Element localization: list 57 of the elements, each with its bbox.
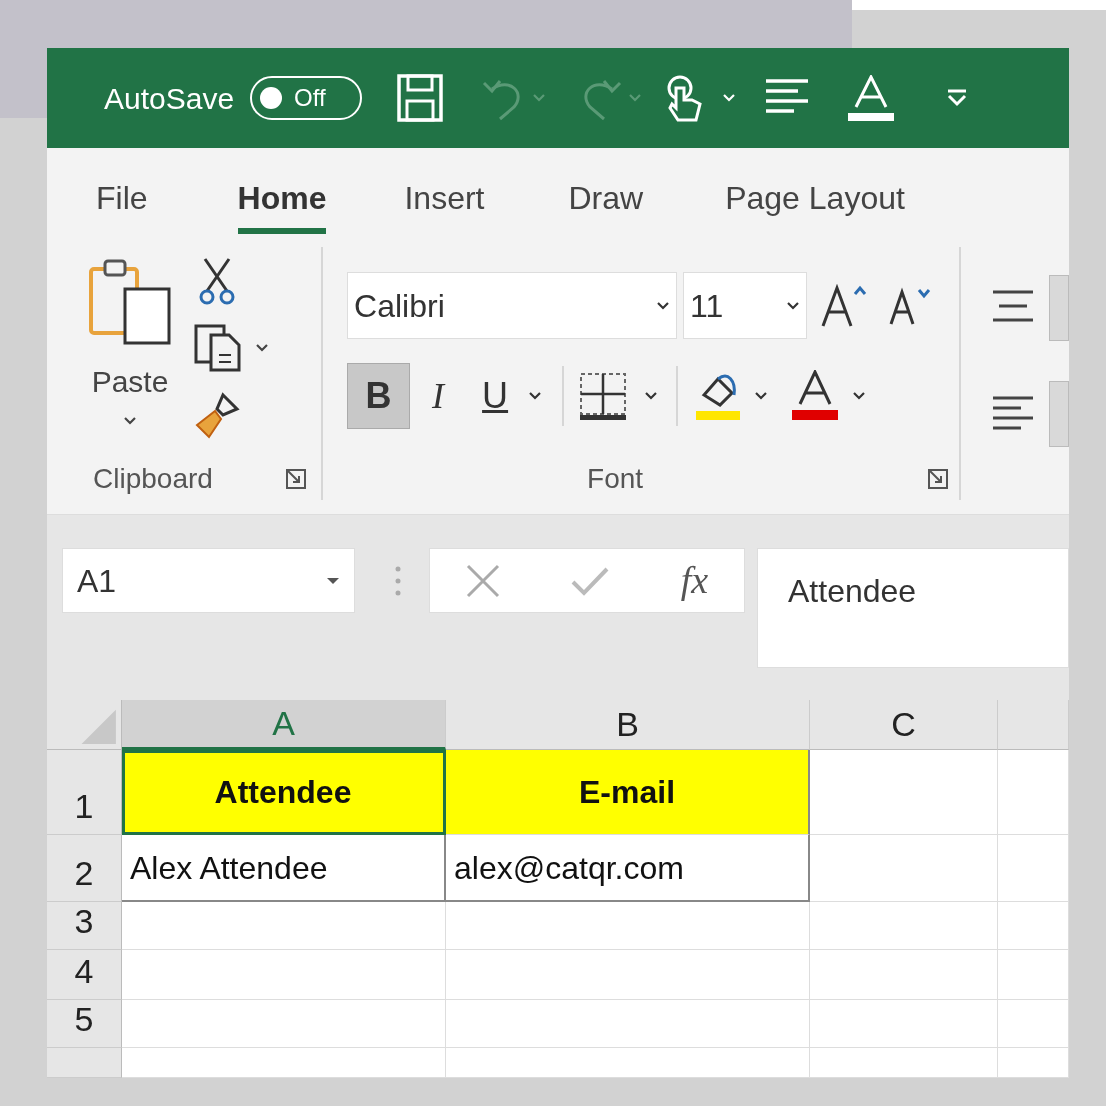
scissors-icon[interactable] — [199, 257, 235, 305]
ribbon-tab[interactable]: File — [96, 174, 148, 234]
table-cell: alex@catqr.com — [446, 835, 810, 902]
column-header[interactable]: A — [122, 700, 446, 750]
autosave-label: AutoSave — [104, 80, 235, 117]
table-cell — [998, 835, 1069, 902]
font-color-icon[interactable] — [846, 75, 897, 121]
caret-icon[interactable] — [786, 300, 801, 311]
table-cell — [998, 1048, 1069, 1078]
group-label: Clipboard — [93, 462, 213, 496]
dialog-launcher-icon[interactable] — [285, 468, 308, 490]
table-cell — [998, 1000, 1069, 1048]
row-header[interactable]: 4 — [47, 950, 122, 1000]
insert-function-button[interactable]: fx — [680, 552, 709, 609]
font-size-field[interactable]: 11 — [683, 272, 808, 339]
dialog-launcher-icon[interactable] — [927, 468, 949, 490]
row-header[interactable]: 2 — [47, 835, 122, 902]
paintbrush-icon[interactable] — [193, 391, 241, 441]
font-color-icon[interactable] — [790, 370, 841, 422]
ribbon-tab[interactable]: Insert — [404, 174, 485, 234]
caret-icon[interactable] — [123, 416, 137, 426]
caret-icon[interactable] — [656, 300, 671, 311]
borders-icon[interactable] — [578, 371, 629, 421]
italic-button[interactable]: I — [422, 363, 455, 429]
grow-font-icon[interactable] — [821, 283, 868, 328]
copy-icon[interactable] — [193, 323, 243, 373]
caret-icon[interactable] — [754, 391, 769, 401]
underline-button[interactable]: U — [472, 363, 519, 429]
caret-icon[interactable] — [852, 391, 867, 401]
caret-icon[interactable] — [722, 93, 737, 103]
caret-icon[interactable] — [528, 391, 543, 401]
formula-field[interactable]: Attendee — [757, 548, 1069, 668]
table-cell: Attendee — [122, 750, 446, 835]
caret-icon[interactable] — [644, 391, 659, 401]
table-cell — [998, 902, 1069, 950]
column-header[interactable]: C — [810, 700, 998, 750]
caret-icon[interactable] — [255, 343, 269, 353]
paste-icon[interactable] — [87, 257, 173, 345]
table-cell: E-mail — [446, 750, 810, 835]
paste-label[interactable]: Paste — [91, 359, 169, 404]
save-icon[interactable] — [396, 73, 445, 123]
ribbon-tab[interactable]: Draw — [568, 174, 644, 234]
bold-button[interactable]: B — [347, 363, 411, 429]
table-cell: Alex Attendee — [122, 835, 446, 902]
group-label: Font — [587, 462, 644, 496]
customize-toolbar-icon[interactable] — [946, 89, 969, 107]
autosave-toggle[interactable]: Off — [250, 76, 363, 120]
font-name-field[interactable]: Calibri — [347, 272, 678, 339]
name-box[interactable]: A1 — [62, 548, 355, 613]
row-header[interactable]: 1 — [47, 750, 122, 835]
caret-icon[interactable] — [326, 576, 340, 585]
row-header[interactable]: 5 — [47, 1000, 122, 1048]
column-header[interactable]: B — [446, 700, 810, 750]
table-cell — [998, 950, 1069, 1000]
row-header[interactable]: 3 — [47, 902, 122, 950]
check-icon[interactable] — [571, 565, 610, 596]
ribbon-tab[interactable]: Page Layout — [725, 174, 905, 234]
